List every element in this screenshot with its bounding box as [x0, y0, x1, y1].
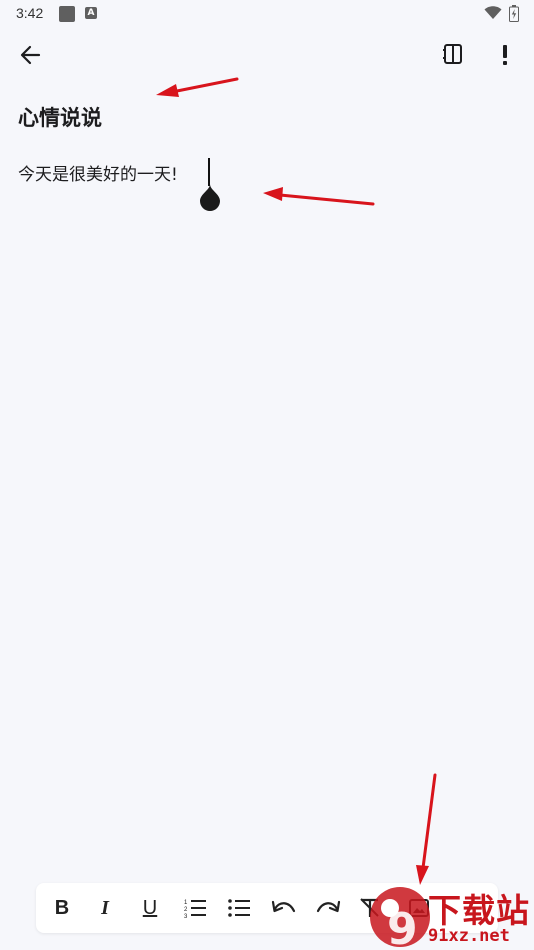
- status-time: 3:42: [16, 5, 44, 21]
- italic-label: I: [101, 896, 109, 919]
- note-editor-screen: 3:42 A 心情说说 今天是很美好的一天! B I U 1 2 3 9 下载站…: [0, 0, 534, 950]
- wifi-icon: [484, 6, 502, 19]
- arrow-left-icon: [20, 45, 41, 65]
- watermark-url: 91xz.net: [428, 926, 510, 946]
- toolbar-arrowhead: [416, 865, 429, 885]
- status-bar: 3:42 A: [0, 0, 534, 28]
- bold-label: B: [54, 896, 70, 919]
- annotation-arrows: [156, 77, 437, 885]
- svg-text:3: 3: [184, 914, 188, 919]
- redo-icon: [316, 900, 341, 913]
- cursor-handle[interactable]: [198, 184, 222, 212]
- svg-text:1: 1: [184, 900, 188, 906]
- note-title[interactable]: 心情说说: [18, 102, 102, 132]
- note-body[interactable]: 今天是很美好的一天!: [18, 160, 178, 185]
- redo-button[interactable]: [314, 895, 342, 921]
- watermark-logo-text: 9: [387, 904, 418, 950]
- svg-text:2: 2: [184, 907, 188, 913]
- numbered-list-icon: 1 2 3: [184, 900, 206, 919]
- body-arrow-shaft: [278, 193, 375, 206]
- undo-icon: [271, 900, 296, 913]
- battery-icon: [509, 5, 519, 22]
- watermark-site-name: 下载站: [428, 891, 530, 930]
- split-view-button[interactable]: [441, 42, 465, 66]
- title-arrowhead: [156, 84, 179, 97]
- more-info-button[interactable]: [495, 42, 515, 68]
- toolbar-arrow-shaft: [421, 773, 437, 870]
- title-arrow-shaft: [170, 77, 239, 94]
- text-cursor: [208, 158, 210, 186]
- body-arrowhead: [263, 187, 283, 201]
- italic-button[interactable]: I: [91, 895, 119, 921]
- undo-button[interactable]: [270, 895, 298, 921]
- numbered-list-button[interactable]: 1 2 3: [181, 895, 209, 921]
- bulleted-list-icon: [228, 899, 250, 917]
- underline-label: U: [142, 896, 158, 919]
- a-icon: A: [85, 7, 97, 19]
- exclamation-icon: [503, 45, 507, 65]
- split-view-icon: [443, 44, 462, 64]
- bulleted-list-button[interactable]: [225, 895, 253, 921]
- square-icon: [59, 6, 75, 22]
- bold-button[interactable]: B: [48, 895, 76, 921]
- underline-button[interactable]: U: [136, 895, 164, 921]
- back-button[interactable]: [18, 42, 44, 68]
